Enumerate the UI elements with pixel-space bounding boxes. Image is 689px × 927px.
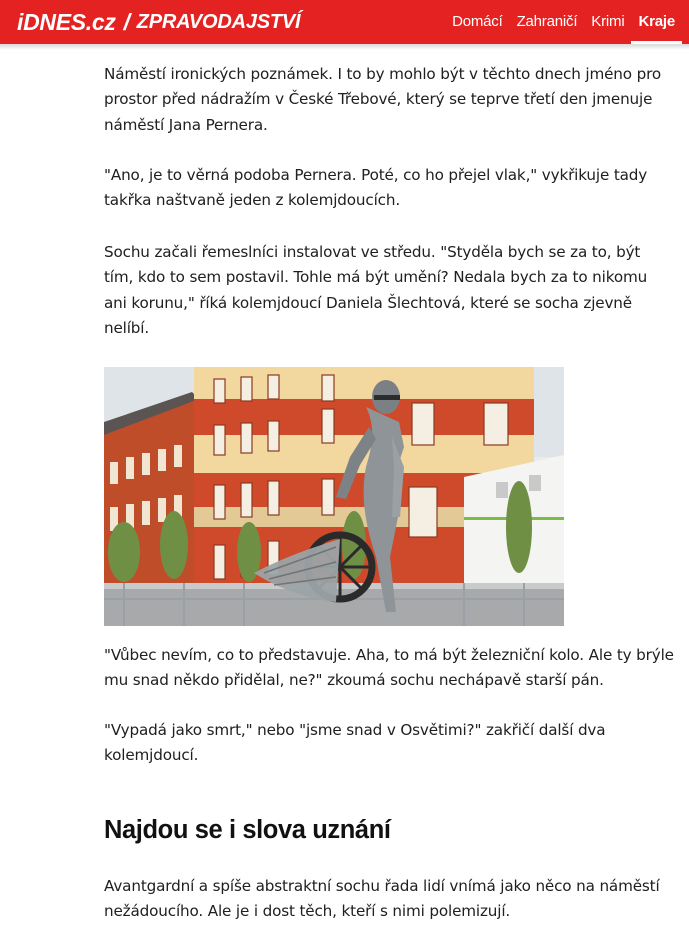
nav-item-zahranici[interactable]: Zahraničí bbox=[510, 0, 585, 44]
logo-separator: / bbox=[123, 8, 130, 35]
logo-main: iDNES.cz bbox=[17, 8, 116, 35]
article-paragraph: "Ano, je to věrná podoba Pernera. Poté, … bbox=[104, 166, 648, 210]
header-shadow bbox=[0, 44, 689, 50]
main-nav: Domácí Zahraničí Krimi Kraje bbox=[445, 0, 689, 44]
article-photo[interactable] bbox=[104, 367, 564, 626]
statue-photo-illustration bbox=[104, 367, 564, 626]
article-paragraph: "Vůbec nevím, co to představuje. Aha, to… bbox=[104, 646, 674, 690]
logo-section: ZPRAVODAJSTVÍ bbox=[136, 10, 301, 33]
site-logo[interactable]: iDNES.cz / ZPRAVODAJSTVÍ bbox=[17, 7, 301, 37]
article-paragraph: Sochu začali řemeslníci instalovat ve st… bbox=[104, 243, 648, 338]
article-paragraph: Náměstí ironických poznámek. I to by moh… bbox=[104, 65, 661, 134]
site-header: iDNES.cz / ZPRAVODAJSTVÍ Domácí Zahranič… bbox=[0, 0, 689, 44]
article-paragraph: "Vypadá jako smrt," nebo "jsme snad v Os… bbox=[104, 721, 606, 765]
article-subheading: Najdou se i slova uznání bbox=[104, 816, 391, 844]
nav-item-kraje[interactable]: Kraje bbox=[631, 0, 689, 44]
article-paragraph: Avantgardní a spíše abstraktní sochu řad… bbox=[104, 877, 660, 921]
nav-item-krimi[interactable]: Krimi bbox=[584, 0, 631, 44]
nav-item-domaci[interactable]: Domácí bbox=[445, 0, 509, 44]
